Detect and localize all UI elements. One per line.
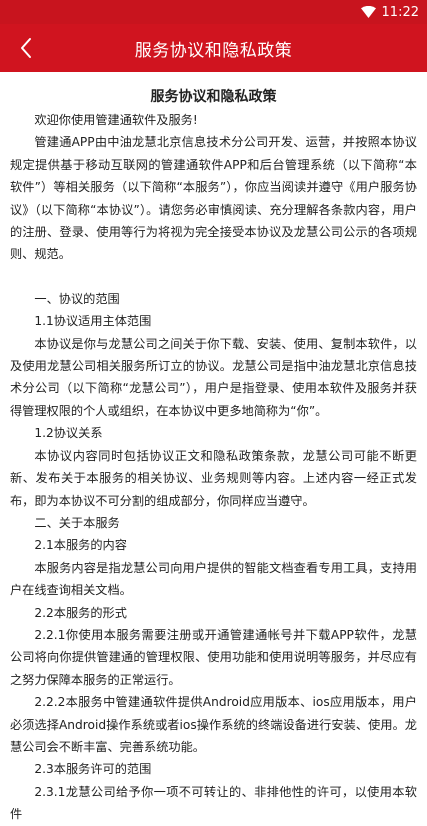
- document-title: 服务协议和隐私政策: [150, 89, 277, 105]
- page-title: 服务协议和隐私政策: [134, 40, 293, 61]
- subsection-heading: 2.1本服务的内容: [34, 538, 127, 553]
- body-paragraph: 2.3.1龙慧公司给予你一项不可转让的、非排他性的许可，以使用本软件: [10, 784, 417, 822]
- wifi-icon: [360, 6, 376, 18]
- section-heading: 二、关于本服务: [34, 515, 120, 530]
- section-heading: 一、协议的范围: [34, 291, 120, 306]
- intro-paragraph: 管建通APP由中油龙慧北京信息技术分公司开发、运营，并按照本协议规定提供基于移动…: [10, 135, 417, 262]
- body-paragraph: 本服务内容是指龙慧公司向用户提供的智能文档查看专用工具，支持用户在线查询相关文档…: [10, 560, 417, 598]
- chevron-left-icon: [21, 38, 31, 58]
- agreement-content[interactable]: 服务协议和隐私政策 欢迎你使用管建通软件及服务! 管建通APP由中油龙慧北京信息…: [0, 72, 427, 826]
- body-paragraph: 2.2.2本服务中管建通软件提供Android应用版本、ios应用版本，用户必须…: [10, 695, 417, 754]
- status-bar: 11:22: [0, 0, 427, 24]
- subsection-heading: 1.2协议关系: [34, 426, 103, 441]
- body-paragraph: 本协议内容同时包括协议正文和隐私政策条款，龙慧公司可能不断更新、发布关于本服务的…: [10, 448, 417, 508]
- welcome-text: 欢迎你使用管建通软件及服务!: [34, 113, 198, 127]
- app-bar: 服务协议和隐私政策: [0, 24, 427, 72]
- body-paragraph: 2.2.1你使用本服务需要注册或开通管建通帐号并下载APP软件，龙慧公司将向你提…: [10, 627, 417, 687]
- status-time: 11:22: [381, 4, 419, 20]
- subsection-heading: 2.3本服务许可的范围: [34, 762, 152, 777]
- subsection-heading: 2.2本服务的形式: [34, 605, 127, 620]
- back-button[interactable]: [6, 24, 46, 72]
- subsection-heading: 1.1协议适用主体范围: [34, 314, 152, 329]
- body-paragraph: 本协议是你与龙慧公司之间关于你下载、安装、使用、复制本软件，以及使用龙慧公司相关…: [10, 336, 417, 418]
